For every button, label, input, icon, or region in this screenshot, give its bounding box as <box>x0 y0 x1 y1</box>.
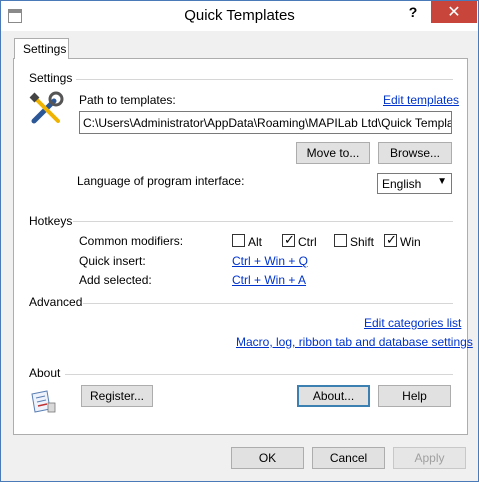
shift-checkbox[interactable] <box>334 234 347 247</box>
shift-label: Shift <box>350 235 375 249</box>
about-icon <box>31 390 56 413</box>
dialog-window: Quick Templates ? ✕ Settings Settings Pa… <box>0 0 479 482</box>
ok-button[interactable]: OK <box>231 447 304 469</box>
cancel-button[interactable]: Cancel <box>312 447 385 469</box>
about-section-title: About <box>29 366 61 380</box>
alt-checkbox[interactable] <box>232 234 245 247</box>
advanced-divider <box>83 303 453 304</box>
settings-section-title: Settings <box>29 71 73 85</box>
tab-settings[interactable]: Settings <box>14 38 69 59</box>
apply-button[interactable]: Apply <box>393 447 466 469</box>
edit-templates-link[interactable]: Edit templates <box>383 93 459 107</box>
hotkeys-divider <box>73 221 453 222</box>
macro-settings-link[interactable]: Macro, log, ribbon tab and database sett… <box>236 335 473 349</box>
ctrl-label: Ctrl <box>298 235 317 249</box>
check-icon: ✓ <box>284 232 295 247</box>
chevron-down-icon: ▼ <box>437 176 447 187</box>
register-button[interactable]: Register... <box>81 385 153 407</box>
path-label: Path to templates: <box>79 93 176 107</box>
language-select[interactable]: English ▼ <box>377 173 452 194</box>
modifiers-label: Common modifiers: <box>79 234 184 248</box>
hotkeys-section-title: Hotkeys <box>29 214 73 228</box>
language-label: Language of program interface: <box>77 174 245 188</box>
advanced-section-title: Advanced <box>29 295 83 309</box>
add-selected-label: Add selected: <box>79 273 152 287</box>
about-divider <box>65 374 453 375</box>
move-to-button[interactable]: Move to... <box>296 142 370 164</box>
help-title-button[interactable]: ? <box>397 1 429 23</box>
about-button[interactable]: About... <box>297 385 370 407</box>
browse-button[interactable]: Browse... <box>378 142 452 164</box>
ctrl-checkbox[interactable]: ✓ <box>282 232 295 247</box>
win-checkbox[interactable]: ✓ <box>384 232 397 247</box>
edit-categories-link[interactable]: Edit categories list <box>364 316 461 330</box>
win-label: Win <box>400 235 421 249</box>
title-bar: Quick Templates ? ✕ <box>1 1 478 31</box>
language-value: English <box>382 177 422 191</box>
tools-icon <box>29 91 64 124</box>
templates-path-field[interactable]: C:\Users\Administrator\AppData\Roaming\M… <box>79 111 452 134</box>
quick-insert-hotkey-link[interactable]: Ctrl + Win + Q <box>232 254 308 268</box>
alt-label: Alt <box>248 235 263 249</box>
check-icon: ✓ <box>386 232 397 247</box>
help-button[interactable]: Help <box>378 385 451 407</box>
settings-divider <box>76 79 453 80</box>
quick-insert-label: Quick insert: <box>79 254 146 268</box>
close-button[interactable]: ✕ <box>431 1 477 23</box>
add-selected-hotkey-link[interactable]: Ctrl + Win + A <box>232 273 306 287</box>
